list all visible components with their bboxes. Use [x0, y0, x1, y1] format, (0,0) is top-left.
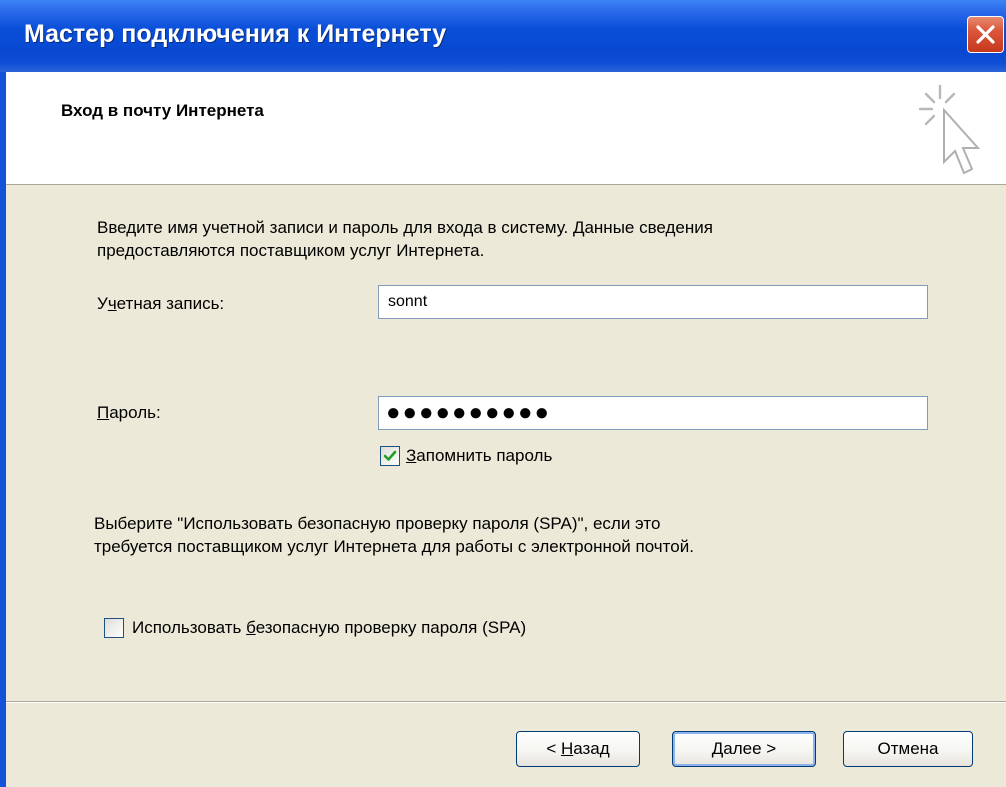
account-label-accesskey: ч — [107, 294, 117, 313]
window-title: Мастер подключения к Интернету — [24, 20, 447, 48]
account-label-prefix: У — [97, 294, 108, 313]
password-label-accesskey: П — [97, 403, 110, 422]
checkmark-icon — [383, 450, 397, 461]
next-label-rest: алее > — [723, 739, 777, 758]
spa-checkbox[interactable] — [104, 618, 124, 638]
spa-label[interactable]: Использовать безопасную проверку пароля … — [132, 618, 526, 638]
close-icon — [976, 25, 995, 44]
intro-line-2: предоставляются поставщиком услуг Интерн… — [97, 241, 485, 260]
account-input[interactable] — [378, 285, 928, 319]
account-label-rest: етная запись: — [116, 294, 225, 313]
cancel-label: Отмена — [877, 739, 939, 758]
spa-label-prefix: Использовать — [132, 618, 247, 637]
account-label: Учетная запись: — [97, 294, 224, 314]
spa-description: Выберите "Использовать безопасную провер… — [94, 512, 974, 558]
next-button[interactable]: Далее > — [672, 731, 816, 767]
password-label-rest: ароль: — [109, 403, 161, 422]
remember-password-checkbox[interactable] — [380, 446, 400, 466]
spa-accesskey: б — [246, 618, 256, 637]
wizard-header: Вход в почту Интернета — [6, 72, 1006, 185]
back-label-rest: азад — [573, 739, 610, 758]
intro-line-1: Введите имя учетной записи и пароль для … — [97, 218, 713, 237]
title-bar[interactable]: Мастер подключения к Интернету — [0, 0, 1006, 72]
password-input[interactable] — [378, 396, 928, 430]
close-button[interactable] — [967, 16, 1004, 53]
remember-label-rest: апомнить пароль — [416, 446, 553, 465]
cancel-button[interactable]: Отмена — [843, 731, 973, 767]
page-heading: Вход в почту Интернета — [61, 101, 264, 120]
spa-line-1: Выберите "Использовать безопасную провер… — [94, 514, 661, 533]
spa-line-2: требуется поставщиком услуг Интернета дл… — [94, 537, 694, 556]
spa-label-rest: езопасную проверку пароля (SPA) — [255, 618, 527, 637]
wizard-cursor-icon — [918, 84, 981, 175]
remember-accesskey: З — [406, 446, 417, 465]
back-prefix: < — [546, 739, 561, 758]
password-label: Пароль: — [97, 403, 161, 423]
next-accesskey: Д — [711, 739, 724, 758]
back-button[interactable]: < Назад — [516, 731, 640, 767]
remember-password-label[interactable]: Запомнить пароль — [406, 446, 552, 466]
intro-text: Введите имя учетной записи и пароль для … — [97, 216, 957, 262]
back-accesskey: Н — [560, 739, 574, 758]
footer-separator — [6, 701, 1006, 703]
wizard-window: Мастер подключения к Интернету Вход в по… — [0, 0, 1006, 787]
